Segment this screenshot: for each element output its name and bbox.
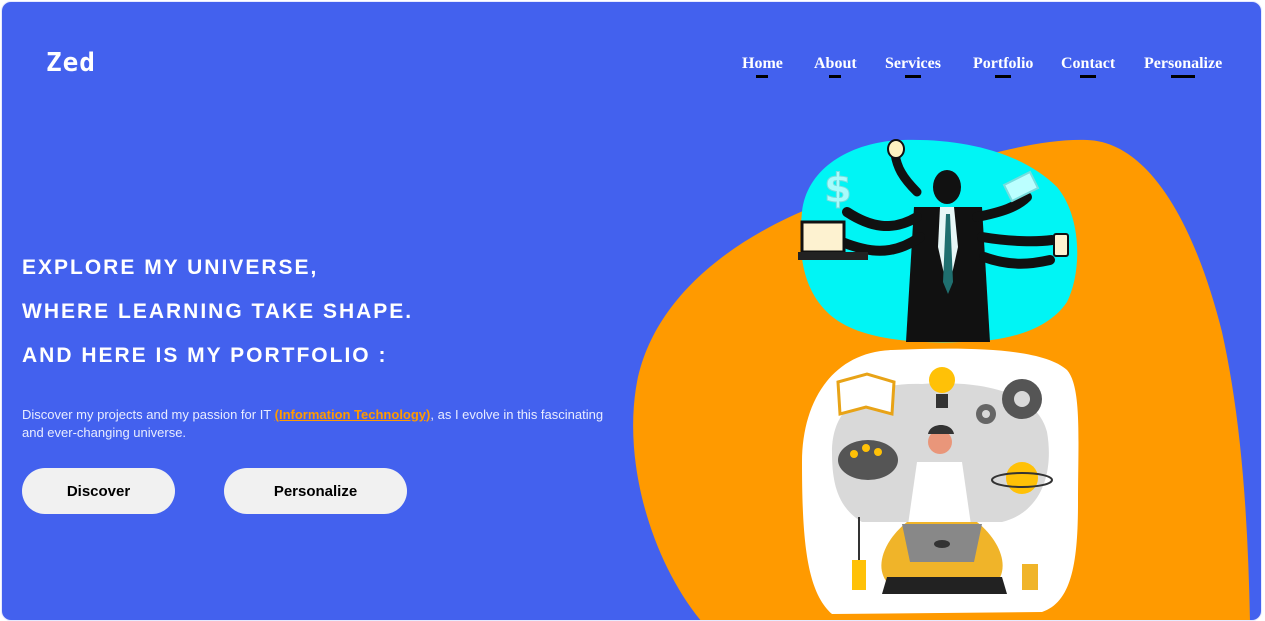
- nav-link-portfolio[interactable]: Portfolio: [973, 55, 1034, 78]
- nav-link-contact[interactable]: Contact: [1061, 55, 1116, 78]
- nav-underline: [995, 75, 1012, 78]
- hero-section: $ Zed Home About Services Portfolio Cont…: [1, 1, 1262, 621]
- discover-button[interactable]: Discover: [22, 468, 175, 514]
- headline-line-1: EXPLORE MY UNIVERSE,: [22, 256, 319, 279]
- nav-underline: [829, 75, 842, 78]
- hero-headline: EXPLORE MY UNIVERSE, WHERE LEARNING TAKE…: [22, 254, 413, 386]
- nav-link-personalize[interactable]: Personalize: [1144, 55, 1223, 78]
- svg-text:$: $: [824, 166, 852, 212]
- nav-underline: [1171, 75, 1196, 78]
- it-highlight-link[interactable]: (Information Technology): [275, 407, 431, 422]
- nav-underline: [756, 75, 769, 78]
- nav-link-services[interactable]: Services: [885, 55, 941, 78]
- headline-line-3: AND HERE IS MY PORTFOLIO :: [22, 344, 388, 367]
- nav-link-about[interactable]: About: [814, 55, 857, 78]
- nav-link-home[interactable]: Home: [742, 55, 783, 78]
- nav-label: Portfolio: [973, 55, 1034, 72]
- nav-label: Services: [885, 55, 941, 72]
- main-nav: Home About Services Portfolio Contact Pe…: [2, 55, 1261, 85]
- hero-description: Discover my projects and my passion for …: [22, 406, 622, 442]
- nav-underline: [904, 75, 921, 78]
- nav-label: Home: [742, 55, 783, 72]
- nav-label: About: [814, 55, 857, 72]
- nav-label: Personalize: [1144, 55, 1223, 72]
- headline-line-2: WHERE LEARNING TAKE SHAPE.: [22, 300, 414, 323]
- description-text-before: Discover my projects and my passion for …: [22, 407, 275, 422]
- personalize-button[interactable]: Personalize: [224, 468, 407, 514]
- nav-underline: [1080, 75, 1097, 78]
- nav-label: Contact: [1061, 55, 1116, 72]
